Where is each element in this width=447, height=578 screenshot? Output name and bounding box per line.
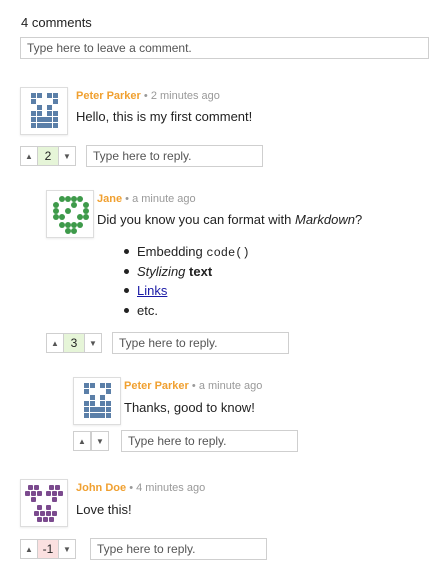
comment-text: Did you know you can format with Markdow… bbox=[97, 212, 362, 227]
comment-count: 4 comments bbox=[21, 15, 92, 30]
reply-input[interactable] bbox=[90, 538, 267, 560]
list-item: etc. bbox=[121, 301, 250, 321]
comment-timestamp: a minute ago bbox=[132, 193, 196, 205]
list-item-strong: text bbox=[189, 263, 213, 279]
vote-score: 2 bbox=[38, 146, 58, 166]
meta-separator: • bbox=[125, 193, 129, 205]
comment-timestamp: 4 minutes ago bbox=[136, 482, 206, 494]
downvote-button[interactable]: ▼ bbox=[84, 333, 102, 353]
reply-input[interactable] bbox=[112, 332, 289, 354]
vote-score: 3 bbox=[64, 333, 84, 353]
comment-meta: John Doe • 4 minutes ago bbox=[76, 482, 205, 494]
reply-input[interactable] bbox=[121, 430, 298, 452]
avatar bbox=[20, 87, 68, 135]
upvote-button[interactable]: ▲ bbox=[46, 333, 64, 353]
markdown-list: Embedding code() Stylizing text Links et… bbox=[121, 242, 250, 320]
list-item: Stylizing text bbox=[121, 262, 250, 282]
meta-separator: • bbox=[129, 482, 134, 494]
vote-control: ▲ -1 ▼ bbox=[20, 539, 76, 559]
upvote-button[interactable]: ▲ bbox=[73, 431, 91, 451]
markdown-emphasis: Markdown bbox=[294, 212, 355, 227]
downvote-button[interactable]: ▼ bbox=[58, 539, 76, 559]
comment-meta: Peter Parker • a minute ago bbox=[124, 380, 262, 392]
vote-control: ▲ 3 ▼ bbox=[46, 333, 102, 353]
upvote-button[interactable]: ▲ bbox=[20, 539, 38, 559]
comment-text: Love this! bbox=[76, 502, 132, 517]
markdown-link[interactable]: Links bbox=[137, 283, 167, 298]
list-item: Embedding code() bbox=[121, 242, 250, 262]
list-item-text: etc. bbox=[137, 302, 158, 318]
comment-timestamp: 2 minutes ago bbox=[150, 90, 220, 102]
upvote-button[interactable]: ▲ bbox=[20, 146, 38, 166]
comment-text: Thanks, good to know! bbox=[124, 400, 255, 415]
text-suffix: ? bbox=[354, 212, 363, 227]
downvote-button[interactable]: ▼ bbox=[58, 146, 76, 166]
new-comment-input[interactable] bbox=[20, 37, 429, 59]
comment-text: Hello, this is my first comment! bbox=[76, 109, 253, 124]
avatar bbox=[46, 190, 94, 238]
text-prefix: Did you know you can format with bbox=[97, 212, 295, 227]
list-item: Links bbox=[121, 281, 250, 301]
downvote-button[interactable]: ▼ bbox=[91, 431, 109, 451]
meta-separator: • bbox=[191, 380, 196, 392]
reply-input[interactable] bbox=[86, 145, 263, 167]
vote-score: -1 bbox=[38, 539, 58, 559]
list-item-emphasis: Stylizing bbox=[137, 263, 186, 279]
vote-control: ▲ ▼ bbox=[73, 431, 109, 451]
vote-control: ▲ 2 ▼ bbox=[20, 146, 76, 166]
author-name[interactable]: John Doe bbox=[76, 482, 126, 494]
inline-code: code() bbox=[206, 246, 250, 260]
comment-meta: Jane • a minute ago bbox=[97, 193, 196, 205]
author-name[interactable]: Jane bbox=[97, 193, 122, 205]
comment-timestamp: a minute ago bbox=[198, 380, 263, 392]
list-item-text: Embedding bbox=[137, 244, 207, 259]
author-name[interactable]: Peter Parker bbox=[76, 90, 141, 102]
author-name[interactable]: Peter Parker bbox=[124, 380, 189, 392]
avatar bbox=[20, 479, 68, 527]
meta-separator: • bbox=[143, 90, 148, 102]
avatar bbox=[73, 377, 121, 425]
comment-meta: Peter Parker • 2 minutes ago bbox=[76, 90, 220, 102]
